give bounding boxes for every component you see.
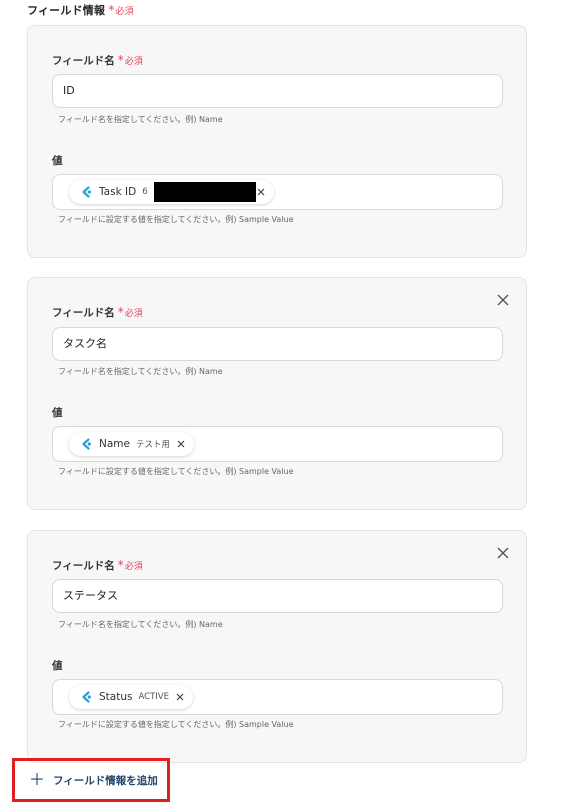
add-field-label: フィールド情報を追加 [53, 774, 158, 787]
required-text: 必須 [124, 562, 143, 572]
field-name-help: フィールド名を指定してください。例) Name [58, 115, 223, 124]
remove-chip-icon[interactable] [176, 439, 186, 449]
app-logo-icon [79, 437, 93, 451]
redacted-block [153, 182, 256, 202]
app-logo-icon [79, 185, 93, 199]
value-label: 値 [52, 660, 63, 672]
required-badge: *必須 [117, 558, 143, 572]
section-title: フィールド情報 *必須 [27, 2, 134, 18]
value-help: フィールドに設定する値を指定してください。例) Sample Value [58, 720, 294, 729]
value-input[interactable]: Task ID 6 [52, 174, 503, 210]
required-text: 必須 [124, 57, 143, 67]
field-name-input[interactable]: ID [52, 74, 503, 108]
value-help: フィールドに設定する値を指定してください。例) Sample Value [58, 467, 294, 476]
required-badge: *必須 [108, 3, 134, 17]
remove-chip-icon[interactable] [175, 692, 185, 702]
field-name-input[interactable]: ステータス [52, 579, 503, 613]
chip-sample-value: 6 [142, 187, 148, 197]
field-name-label-text: フィールド名 [52, 560, 115, 572]
field-name-label: フィールド名 *必須 [52, 558, 143, 573]
chip-name: Task ID [99, 186, 137, 198]
field-card: フィールド名 *必須 ステータス フィールド名を指定してください。例) Name … [27, 530, 527, 763]
field-card: フィールド名 *必須 タスク名 フィールド名を指定してください。例) Name 値… [27, 277, 527, 510]
remove-chip-icon[interactable] [256, 187, 266, 197]
chip-name: Name [99, 438, 130, 450]
field-name-label: フィールド名 *必須 [52, 305, 143, 320]
value-input[interactable]: Name テスト用 [52, 426, 503, 462]
chip-sample-value: ACTIVE [138, 692, 169, 702]
value-help: フィールドに設定する値を指定してください。例) Sample Value [58, 215, 294, 224]
field-name-help: フィールド名を指定してください。例) Name [58, 620, 223, 629]
required-text: 必須 [124, 309, 143, 319]
value-label: 値 [52, 407, 63, 419]
value-label: 値 [52, 155, 63, 167]
plus-icon: ＋ [29, 770, 46, 789]
variable-chip[interactable]: Status ACTIVE [69, 685, 193, 709]
required-text: 必須 [115, 7, 134, 17]
required-badge: *必須 [117, 305, 143, 319]
chip-name: Status [99, 691, 133, 703]
variable-chip[interactable]: Name テスト用 [69, 432, 194, 456]
field-name-label-text: フィールド名 [52, 307, 115, 319]
field-name-input[interactable]: タスク名 [52, 327, 503, 361]
add-field-button[interactable]: ＋ フィールド情報を追加 [12, 758, 170, 802]
chip-sample-value: テスト用 [135, 440, 170, 450]
close-icon[interactable] [496, 545, 512, 561]
close-icon[interactable] [496, 292, 512, 308]
app-logo-icon [79, 690, 93, 704]
section-title-text: フィールド情報 [27, 4, 106, 17]
required-badge: *必須 [117, 53, 143, 67]
field-name-help: フィールド名を指定してください。例) Name [58, 367, 223, 376]
field-name-label: フィールド名 *必須 [52, 53, 143, 68]
field-name-label-text: フィールド名 [52, 55, 115, 67]
value-input[interactable]: Status ACTIVE [52, 679, 503, 715]
field-card: フィールド名 *必須 ID フィールド名を指定してください。例) Name 値 T… [27, 25, 527, 258]
variable-chip[interactable]: Task ID 6 [69, 180, 274, 204]
